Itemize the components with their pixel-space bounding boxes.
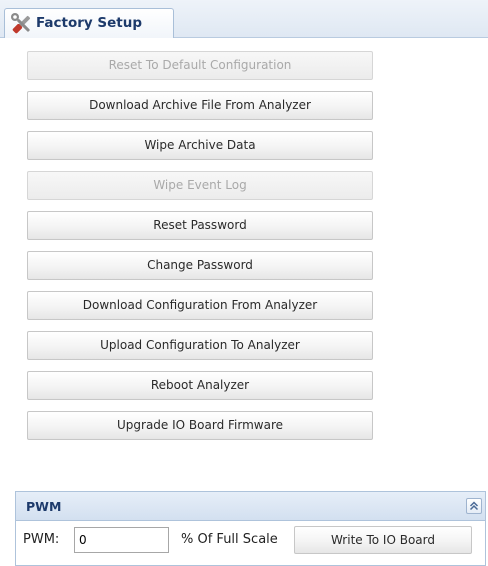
reset-default-config-button[interactable]: Reset To Default Configuration	[27, 51, 373, 80]
pwm-unit-label: % Of Full Scale	[181, 532, 278, 547]
reset-password-button[interactable]: Reset Password	[27, 211, 373, 240]
wipe-event-log-button[interactable]: Wipe Event Log	[27, 171, 373, 200]
download-archive-button[interactable]: Download Archive File From Analyzer	[27, 91, 373, 120]
wipe-archive-button[interactable]: Wipe Archive Data	[27, 131, 373, 160]
pwm-panel-title: PWM	[26, 499, 62, 514]
pwm-panel: PWM PWM: % Of Full Scale Write To IO Boa…	[15, 491, 486, 566]
pwm-panel-header: PWM	[16, 492, 485, 521]
pwm-row: PWM: % Of Full Scale Write To IO Board	[16, 521, 485, 565]
tab-bar: Factory Setup	[0, 0, 488, 38]
wrench-screwdriver-icon	[9, 11, 35, 37]
tab-factory-setup[interactable]: Factory Setup	[4, 8, 174, 38]
factory-actions-list: Reset To Default Configuration Download …	[27, 51, 373, 451]
pwm-label: PWM:	[23, 532, 60, 547]
double-chevron-up-icon[interactable]	[466, 498, 482, 514]
download-config-button[interactable]: Download Configuration From Analyzer	[27, 291, 373, 320]
upgrade-io-firmware-button[interactable]: Upgrade IO Board Firmware	[27, 411, 373, 440]
write-to-io-board-button[interactable]: Write To IO Board	[294, 526, 472, 554]
tab-title: Factory Setup	[36, 15, 143, 31]
pwm-value-input[interactable]	[74, 527, 169, 553]
reboot-analyzer-button[interactable]: Reboot Analyzer	[27, 371, 373, 400]
upload-config-button[interactable]: Upload Configuration To Analyzer	[27, 331, 373, 360]
change-password-button[interactable]: Change Password	[27, 251, 373, 280]
